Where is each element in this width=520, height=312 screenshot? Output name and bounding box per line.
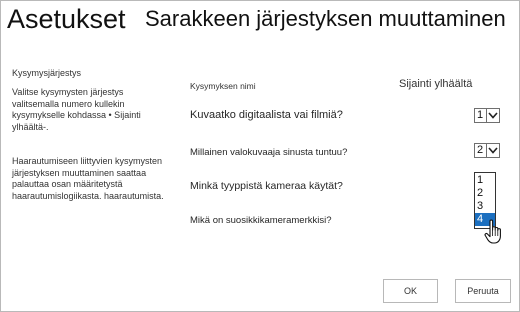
page-title: Asetukset <box>7 4 126 34</box>
sidebar-description: Valitse kysymysten järjestys valitsemall… <box>12 87 141 132</box>
sidebar-heading: Kysymysjärjestys <box>12 68 82 78</box>
dropdown-option[interactable]: 2 <box>475 187 495 200</box>
chevron-down-icon[interactable] <box>486 109 499 122</box>
question-label: Kuvaatko digitaalista vai filmiä? <box>190 109 343 121</box>
question-label: Minkä tyyppistä kameraa käytät? <box>190 180 343 192</box>
position-select[interactable]: 1 <box>474 108 500 123</box>
dropdown-option[interactable]: 3 <box>475 200 495 213</box>
dialog-title: Sarakkeen järjestyksen muuttaminen <box>145 6 506 31</box>
question-column-header: Kysymyksen nimi <box>190 81 256 91</box>
question-label: Millainen valokuvaaja sinusta tuntuu? <box>190 147 348 158</box>
position-select[interactable]: 2 <box>474 143 500 158</box>
dropdown-option[interactable]: 1 <box>475 174 495 187</box>
ok-button[interactable]: OK <box>383 279 438 303</box>
cancel-button[interactable]: Peruuta <box>455 279 511 303</box>
position-column-header: Sijainti ylhäältä <box>399 78 473 90</box>
chevron-down-icon[interactable] <box>486 144 499 157</box>
hand-pointer-icon <box>484 219 501 244</box>
question-label: Mikä on suosikkikameramerkkisi? <box>190 215 332 226</box>
sidebar-branching-note: Haarautumiseen liittyvien kysymysten jär… <box>12 156 164 201</box>
position-select-value: 1 <box>477 109 484 121</box>
position-select-value: 2 <box>477 144 484 156</box>
